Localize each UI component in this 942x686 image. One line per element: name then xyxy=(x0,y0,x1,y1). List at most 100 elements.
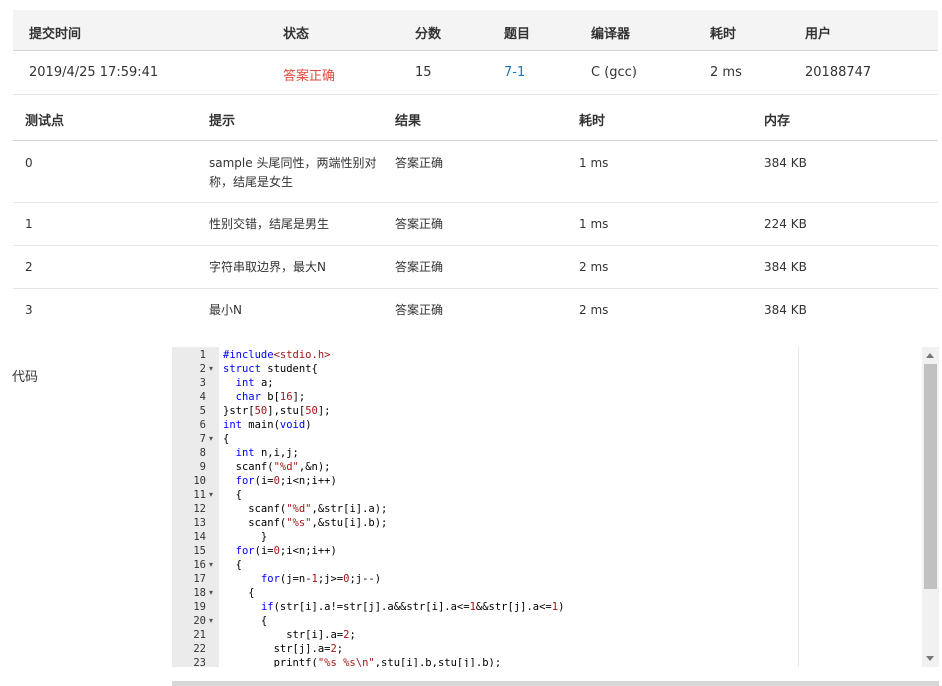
testcase-memory: 384 KB xyxy=(764,303,807,317)
testcase-id: 3 xyxy=(25,303,33,317)
testcase-hint: sample 头尾同性，两端性别对称，结尾是女生 xyxy=(209,156,377,189)
code-content[interactable]: #include<stdio.h> struct student{ int a; … xyxy=(219,347,922,667)
header-testcase-elapsed: 耗时 xyxy=(579,114,606,129)
line-number: 4 xyxy=(199,391,206,403)
code-line: printf("%s %s\n",stu[i].b,stu[j].b); xyxy=(223,657,502,667)
testcase-result: 答案正确 xyxy=(395,260,444,274)
line-number-gutter: 1 2 ▾ 3 4 5 6 7 ▾ 8 9 10 11 ▾ 12 13 14 15 16 ▾ 17 18 ▾ 19 20 ▾ 21 2… xyxy=(172,347,219,667)
testcase-hint: 字符串取边界，最大N xyxy=(209,260,326,274)
header-problem: 题目 xyxy=(504,27,531,42)
header-compiler: 编译器 xyxy=(591,27,631,42)
code-line: { xyxy=(223,559,242,571)
fold-arrow-icon[interactable]: ▾ xyxy=(209,488,213,502)
code-line: str[i].a=2; xyxy=(223,629,356,641)
scroll-up-icon[interactable] xyxy=(926,353,934,358)
testcase-memory: 224 KB xyxy=(764,217,807,231)
testcase-elapsed: 2 ms xyxy=(579,260,609,274)
user-value: 20188747 xyxy=(805,65,872,80)
fold-arrow-icon[interactable]: ▾ xyxy=(209,614,213,628)
submission-table-header: 提交时间 状态 分数 题目 编译器 耗时 用户 xyxy=(13,10,938,51)
line-number: 1 xyxy=(199,349,206,361)
code-line: int a; xyxy=(235,377,274,389)
code-line: int main(void) xyxy=(223,419,312,431)
fold-arrow-icon[interactable]: ▾ xyxy=(209,586,213,600)
code-line: }str[50],stu[50]; xyxy=(223,405,331,417)
code-editor[interactable]: 1 2 ▾ 3 4 5 6 7 ▾ 8 9 10 11 ▾ 12 13 14 15 16 ▾ 17 18 ▾ 19 20 ▾ 21 2… xyxy=(172,347,939,667)
line-number: 2 xyxy=(199,363,206,375)
testcase-hint: 性别交错，结尾是男生 xyxy=(209,217,330,231)
testcase-result: 答案正确 xyxy=(395,217,444,231)
elapsed-value: 2 ms xyxy=(710,65,742,80)
testcase-elapsed: 2 ms xyxy=(579,303,609,317)
scroll-down-icon[interactable] xyxy=(926,656,934,661)
status-badge: 答案正确 xyxy=(283,69,336,84)
line-number: 7 xyxy=(199,433,206,445)
header-score: 分数 xyxy=(415,27,442,42)
header-result: 结果 xyxy=(395,114,422,129)
testcase-table-header: 测试点 提示 结果 耗时 内存 xyxy=(13,95,938,141)
print-margin-line xyxy=(798,347,799,667)
vertical-scrollbar[interactable] xyxy=(922,347,939,667)
compiler-value: C (gcc) xyxy=(591,65,637,80)
line-number: 17 xyxy=(193,573,206,585)
fold-arrow-icon[interactable]: ▾ xyxy=(209,362,213,376)
testcase-result: 答案正确 xyxy=(395,156,444,170)
fold-arrow-icon[interactable]: ▾ xyxy=(209,432,213,446)
line-number: 15 xyxy=(193,545,206,557)
submit-time: 2019/4/25 17:59:41 xyxy=(29,65,159,80)
line-number: 14 xyxy=(193,531,206,543)
code-line: char b[16]; xyxy=(235,391,306,403)
testcase-elapsed: 1 ms xyxy=(579,217,609,231)
code-line: str[j].a=2; xyxy=(223,643,344,655)
line-number: 10 xyxy=(193,475,206,487)
testcase-row: 1 性别交错，结尾是男生 答案正确 1 ms 224 KB xyxy=(13,203,938,246)
code-line: for(j=n-1;j>=0;j--) xyxy=(260,573,382,585)
line-number: 12 xyxy=(193,503,206,515)
line-number: 19 xyxy=(193,601,206,613)
code-line: int n,i,j; xyxy=(235,447,299,459)
horizontal-scrollbar[interactable] xyxy=(172,681,939,686)
submission-row: 2019/4/25 17:59:41 答案正确 15 7-1 C (gcc) 2… xyxy=(13,51,938,95)
code-line: scanf("%s",&stu[i].b); xyxy=(223,517,388,529)
header-hint: 提示 xyxy=(209,114,236,129)
line-number: 13 xyxy=(193,517,206,529)
code-line: { xyxy=(223,489,242,501)
testcase-row: 3 最小N 答案正确 2 ms 384 KB xyxy=(13,289,938,331)
testcase-id: 1 xyxy=(25,217,33,231)
testcase-result: 答案正确 xyxy=(395,303,444,317)
line-number: 23 xyxy=(193,657,206,667)
score-value: 15 xyxy=(415,65,432,80)
header-status: 状态 xyxy=(283,27,310,42)
line-number: 6 xyxy=(199,419,206,431)
line-number: 22 xyxy=(193,643,206,655)
code-line: if(str[i].a!=str[j].a&&str[i].a<=1&&str[… xyxy=(260,601,565,613)
code-line: for(i=0;i<n;i++) xyxy=(235,475,337,487)
code-line: scanf("%d",&str[i].a); xyxy=(223,503,388,515)
testcase-memory: 384 KB xyxy=(764,260,807,274)
code-line: { xyxy=(223,615,268,627)
code-line: scanf("%d",&n); xyxy=(223,461,331,473)
code-line: { xyxy=(223,433,230,445)
problem-link[interactable]: 7-1 xyxy=(504,65,525,80)
code-section-label: 代码 xyxy=(12,370,39,385)
header-user: 用户 xyxy=(805,27,832,42)
header-submit-time: 提交时间 xyxy=(29,27,82,42)
line-number: 18 xyxy=(193,587,206,599)
code-line: struct student{ xyxy=(223,363,318,375)
line-number: 3 xyxy=(199,377,206,389)
code-line: } xyxy=(223,531,268,543)
header-testcase-id: 测试点 xyxy=(25,114,65,129)
testcase-row: 0 sample 头尾同性，两端性别对称，结尾是女生 答案正确 1 ms 384… xyxy=(13,141,938,203)
testcase-id: 2 xyxy=(25,260,33,274)
code-line: { xyxy=(223,587,255,599)
line-number: 21 xyxy=(193,629,206,641)
testcase-id: 0 xyxy=(25,156,33,170)
testcase-memory: 384 KB xyxy=(764,156,807,170)
line-number: 9 xyxy=(199,461,206,473)
testcase-elapsed: 1 ms xyxy=(579,156,609,170)
line-number: 20 xyxy=(193,615,206,627)
scrollbar-thumb[interactable] xyxy=(924,364,937,589)
line-number: 16 xyxy=(193,559,206,571)
code-line: #include<stdio.h> xyxy=(223,349,331,361)
fold-arrow-icon[interactable]: ▾ xyxy=(209,558,213,572)
